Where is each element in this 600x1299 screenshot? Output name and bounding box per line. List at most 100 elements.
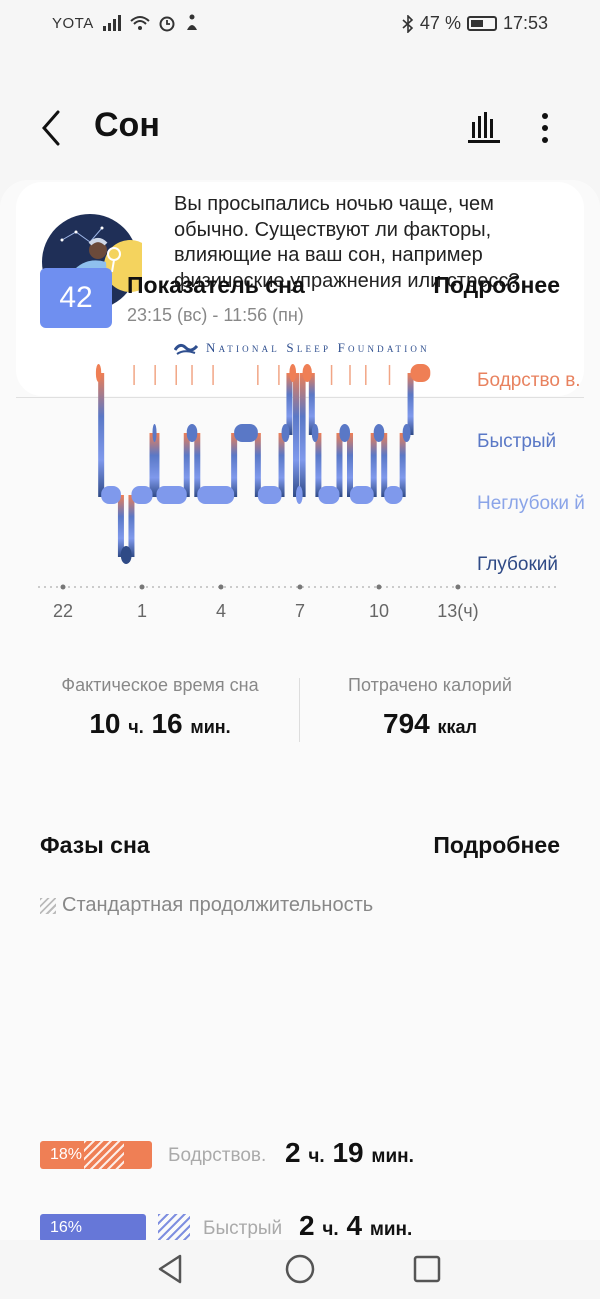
signal-icon bbox=[102, 15, 121, 31]
calories-stat: Потрачено калорий 794 ккал bbox=[300, 675, 560, 740]
x-tick-label: 13(ч) bbox=[437, 601, 478, 621]
stage-transition bbox=[194, 433, 201, 497]
phase-minutes-unit: мин. bbox=[369, 1219, 413, 1240]
standard-duration-legend: Стандартная продолжительность bbox=[40, 894, 373, 917]
nsf-source: National Sleep Foundation bbox=[206, 340, 430, 355]
phases-details-link[interactable]: Подробнее bbox=[433, 832, 560, 859]
phase-standard-hatch bbox=[158, 1214, 190, 1242]
x-tick-label: 1 bbox=[137, 601, 147, 621]
x-tick-dot bbox=[455, 584, 461, 590]
stage-segment-light bbox=[318, 486, 340, 504]
stage-transition bbox=[98, 373, 105, 497]
legend-deep: Глубокий bbox=[477, 554, 559, 575]
stage-transition bbox=[293, 373, 300, 497]
clock: 17:53 bbox=[502, 13, 548, 33]
phase-bar: 16% bbox=[40, 1214, 146, 1242]
nav-recents-icon[interactable] bbox=[410, 1252, 444, 1286]
wifi-icon bbox=[130, 16, 150, 30]
accessibility-icon bbox=[186, 14, 197, 30]
x-tick-label: 4 bbox=[216, 601, 226, 621]
standard-duration-label: Стандартная продолжительность bbox=[62, 894, 374, 916]
stage-segment-light bbox=[384, 486, 403, 504]
calories-unit: ккал bbox=[437, 717, 477, 737]
phases-title: Фазы сна bbox=[40, 832, 150, 858]
sleep-time-value: 10 ч. 16 мин. bbox=[20, 708, 300, 740]
sleep-stages-chart[interactable]: 22 1 4 7 10 13(ч) bbox=[30, 355, 590, 625]
x-tick-label: 7 bbox=[295, 601, 305, 621]
phase-hours-unit: ч. bbox=[308, 1146, 325, 1167]
phase-row-awake[interactable]: 18% Бодрствов. 2 ч. 19 мин. bbox=[40, 1137, 580, 1171]
x-tick-dot bbox=[297, 584, 303, 590]
calories-label: Потрачено калорий bbox=[348, 675, 512, 695]
nav-back-icon[interactable] bbox=[154, 1252, 188, 1286]
app-bar: Сон bbox=[0, 90, 600, 166]
stage-segment-light bbox=[296, 486, 303, 504]
more-vertical-icon[interactable] bbox=[530, 108, 560, 148]
stage-transition bbox=[231, 433, 238, 497]
stage-transition bbox=[381, 433, 388, 497]
nsf-logo: National Sleep Foundation bbox=[174, 340, 430, 356]
phase-name: Бодрствов. bbox=[168, 1145, 267, 1166]
stage-segment-rem bbox=[152, 424, 157, 442]
legend-rem: Быстрый bbox=[477, 431, 557, 452]
stage-segment-deep bbox=[120, 546, 132, 564]
sleep-minutes: 16 bbox=[151, 708, 183, 739]
stage-segment-awake bbox=[302, 364, 312, 382]
phase-hours: 2 bbox=[285, 1137, 301, 1168]
stage-segment-light bbox=[197, 486, 235, 504]
score-details-link[interactable]: Подробнее bbox=[433, 272, 560, 299]
phase-duration: 2 ч. 19 мин. bbox=[285, 1137, 414, 1169]
page-title: Сон bbox=[94, 106, 160, 144]
battery-icon bbox=[466, 16, 497, 31]
stage-transition bbox=[370, 433, 377, 497]
calories-number: 794 bbox=[383, 708, 430, 739]
hatch-icon bbox=[40, 897, 56, 914]
stage-transition bbox=[153, 433, 160, 497]
stage-segment-awake bbox=[410, 364, 431, 382]
back-arrow-icon[interactable] bbox=[32, 106, 72, 150]
stage-segment-light bbox=[156, 486, 187, 504]
stage-segment-rem bbox=[311, 424, 319, 442]
sleep-score-badge: 42 bbox=[40, 268, 112, 328]
battery-percent: 47 % bbox=[419, 13, 461, 33]
stage-segment-rem bbox=[402, 424, 411, 442]
system-nav-bar bbox=[0, 1240, 600, 1299]
status-bar: YOTA 47 % 17:53 bbox=[0, 0, 600, 50]
stage-transition bbox=[299, 373, 306, 497]
alarm-icon bbox=[159, 16, 175, 32]
x-tick-label: 22 bbox=[53, 601, 73, 621]
nav-home-icon[interactable] bbox=[283, 1252, 317, 1286]
phase-minutes-unit: мин. bbox=[371, 1146, 414, 1167]
phase-standard-hatch bbox=[84, 1141, 124, 1169]
stage-transition bbox=[346, 433, 353, 497]
sleep-time-stat: Фактическое время сна 10 ч. 16 мин. bbox=[20, 675, 300, 740]
phase-minutes: 19 bbox=[332, 1137, 364, 1168]
sleep-hours: 10 bbox=[89, 708, 121, 739]
sleep-time-label: Фактическое время сна bbox=[61, 675, 259, 695]
stage-segment-rem bbox=[281, 424, 290, 442]
x-tick-dot bbox=[218, 584, 224, 590]
legend-awake: Бодрство в. bbox=[477, 370, 581, 391]
hours-unit: ч. bbox=[128, 717, 144, 737]
stage-segment-awake bbox=[95, 364, 102, 382]
stage-segment-light bbox=[131, 486, 153, 504]
stage-segment-rem bbox=[186, 424, 198, 442]
stage-segment-light bbox=[257, 486, 282, 504]
stage-segment-rem bbox=[339, 424, 350, 442]
stage-segment-awake bbox=[289, 364, 297, 382]
stage-segment-rem bbox=[373, 424, 385, 442]
phase-hours: 2 bbox=[299, 1210, 315, 1241]
x-tick-dot bbox=[139, 584, 145, 590]
sleep-period: 23:15 (вс) - 11:56 (пн) bbox=[127, 305, 304, 325]
stage-segment-light bbox=[349, 486, 374, 504]
phase-duration: 2 ч. 4 мин. bbox=[299, 1210, 412, 1242]
stage-segment-light bbox=[101, 486, 121, 504]
x-tick-dot bbox=[376, 584, 382, 590]
nsf-wave-icon bbox=[174, 343, 198, 355]
x-tick-label: 10 bbox=[369, 601, 389, 621]
x-tick-dot bbox=[60, 584, 66, 590]
bluetooth-icon bbox=[402, 14, 414, 33]
calories-value: 794 ккал bbox=[300, 708, 560, 740]
bar-chart-icon[interactable] bbox=[466, 110, 502, 144]
stage-transition bbox=[315, 433, 322, 497]
